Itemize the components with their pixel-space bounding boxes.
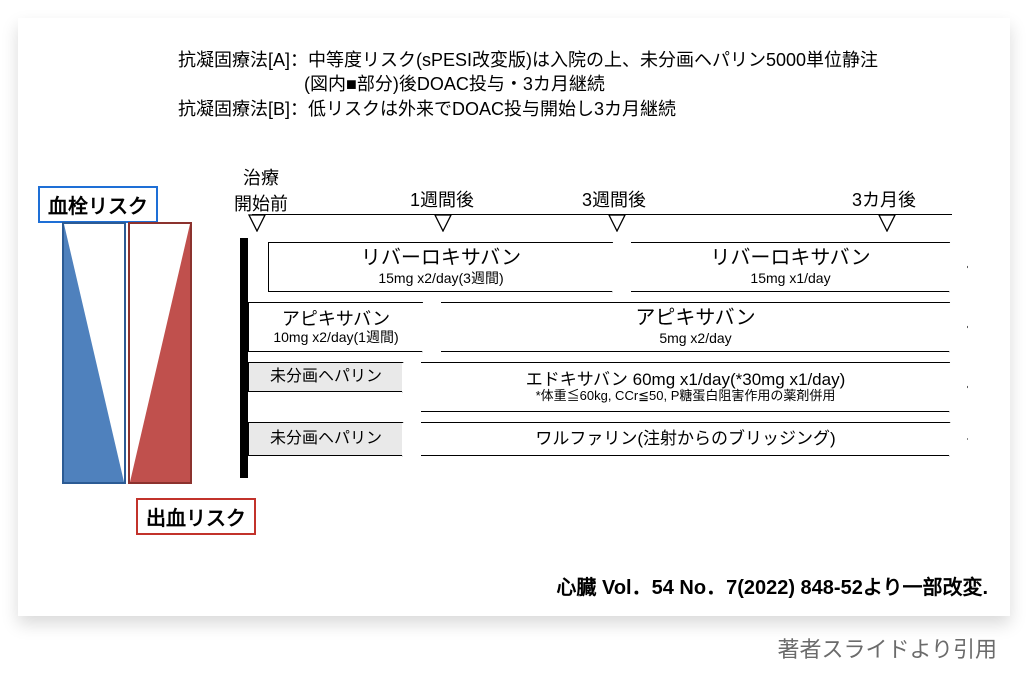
rivaroxaban-phase2-name: リバーロキサバン (710, 247, 870, 270)
warfarin-name: ワルファリン(注射からのブリッジング) (535, 429, 835, 449)
bleeding-risk-label: 出血リスク (136, 498, 256, 535)
outer-caption: 著者スライドより引用 (777, 632, 997, 664)
thrombus-risk-triangle (64, 224, 124, 482)
row-warfarin: 未分画ヘパリン ワルファリン(注射からのブリッジング) (248, 422, 968, 456)
timeline: 治療 開始前 1週間後 3週間後 3カ月後 (242, 164, 967, 239)
apixaban-phase2-dose: 5mg x2/day (659, 330, 731, 346)
edoxaban-note: *体重≦60kg, CCr≦50, P糖蛋白阻害作用の薬剤併用 (536, 389, 836, 404)
edoxaban-phase: エドキサバン 60mg x1/day(*30mg x1/day) *体重≦60k… (421, 362, 950, 412)
thrombus-risk-label: 血栓リスク (38, 186, 158, 223)
timeline-tick-start (248, 214, 266, 232)
timeline-tick-3month (878, 214, 896, 232)
timeline-tick-3week (608, 214, 626, 232)
timeline-1week-label: 1週間後 (410, 186, 474, 212)
rivaroxaban-phase1-name: リバーロキサバン (361, 247, 521, 270)
rivaroxaban-phase2-dose: 15mg x1/day (750, 270, 830, 286)
heparin-lead-warfarin: 未分画ヘパリン (248, 422, 403, 456)
timeline-3week-label: 3週間後 (582, 186, 646, 212)
apixaban-phase2: アピキサバン 5mg x2/day (441, 302, 950, 352)
timeline-start-label: 治療 開始前 (234, 164, 288, 216)
apixaban-phase2-name: アピキサバン (635, 307, 755, 330)
apixaban-phase1: アピキサバン 10mg x2/day(1週間) (248, 302, 423, 352)
apixaban-phase1-dose: 10mg x2/day(1週間) (273, 329, 398, 345)
rivaroxaban-phase1: リバーロキサバン 15mg x2/day(3週間) (268, 242, 613, 292)
row-apixaban: アピキサバン 10mg x2/day(1週間) アピキサバン 5mg x2/da… (248, 302, 968, 352)
rivaroxaban-phase1-dose: 15mg x2/day(3週間) (378, 270, 503, 286)
rivaroxaban-phase2: リバーロキサバン 15mg x1/day (631, 242, 950, 292)
heparin-label-2: 未分画ヘパリン (270, 430, 382, 448)
warfarin-phase: ワルファリン(注射からのブリッジング) (421, 422, 950, 456)
timeline-3month-label: 3カ月後 (852, 186, 916, 212)
timeline-tick-1week (434, 214, 452, 232)
citation: 心臓 Vol．54 No．7(2022) 848-52より一部改変. (18, 571, 988, 600)
row-edoxaban: 未分画ヘパリン エドキサバン 60mg x1/day(*30mg x1/day)… (248, 362, 968, 412)
bleeding-risk-triangle (130, 224, 190, 482)
apixaban-phase1-name: アピキサバン (282, 309, 390, 330)
drug-rows: リバーロキサバン 15mg x2/day(3週間) リバーロキサバン 15mg … (248, 242, 968, 466)
row-rivaroxaban: リバーロキサバン 15mg x2/day(3週間) リバーロキサバン 15mg … (268, 242, 968, 292)
heparin-label-1: 未分画ヘパリン (270, 368, 382, 386)
heparin-lead-edoxaban: 未分画ヘパリン (248, 362, 403, 392)
therapy-description: 抗凝固療法[A]：中等度リスク(sPESI改変版)は入院の上、未分画ヘパリン50… (178, 48, 990, 121)
edoxaban-name: エドキサバン 60mg x1/day(*30mg x1/day) (526, 370, 846, 390)
baseline-bar (240, 238, 248, 478)
